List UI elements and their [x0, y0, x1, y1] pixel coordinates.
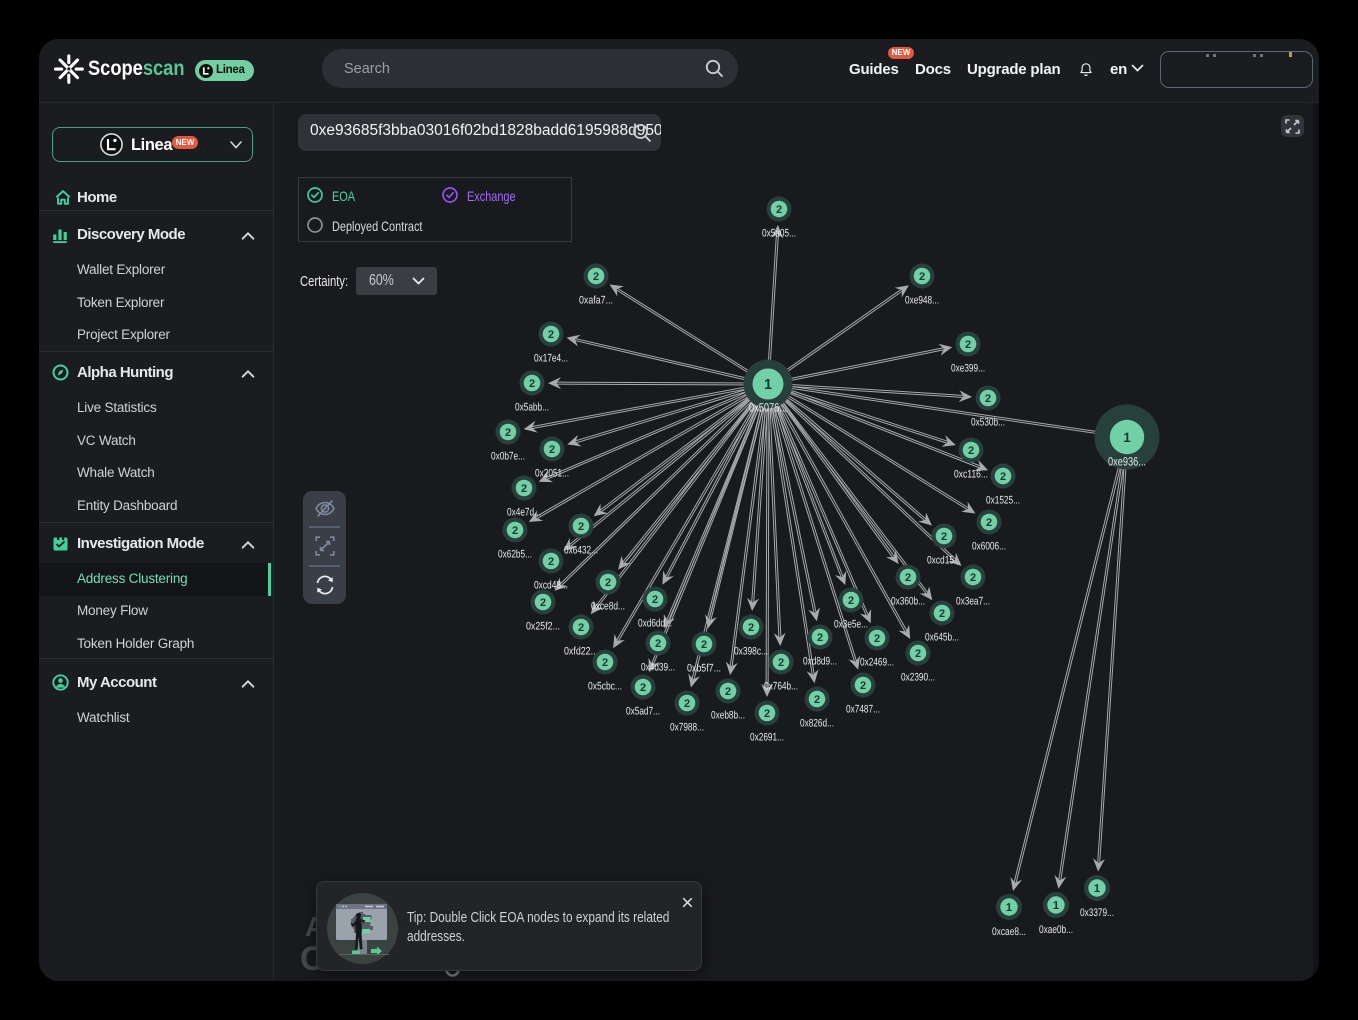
svg-text:2: 2: [764, 708, 770, 720]
svg-text:0xae0b...: 0xae0b...: [1039, 924, 1073, 936]
svg-text:2: 2: [968, 445, 974, 457]
svg-text:2: 2: [905, 572, 911, 584]
svg-text:0xc116...: 0xc116...: [954, 469, 988, 481]
svg-text:2: 2: [652, 594, 658, 606]
svg-text:0x3e5e...: 0x3e5e...: [834, 619, 868, 631]
svg-text:0xb5f7...: 0xb5f7...: [687, 663, 721, 675]
svg-text:0xfd22...: 0xfd22...: [564, 646, 598, 658]
svg-text:0x645b...: 0x645b...: [925, 632, 959, 644]
svg-text:2: 2: [939, 608, 945, 620]
svg-text:2: 2: [640, 682, 646, 694]
svg-text:0xe948...: 0xe948...: [905, 295, 939, 307]
svg-text:0x360b...: 0x360b...: [891, 596, 925, 608]
svg-text:2: 2: [540, 597, 546, 609]
svg-text:0x6432...: 0x6432...: [564, 545, 598, 557]
svg-text:2: 2: [915, 648, 921, 660]
svg-text:2: 2: [684, 698, 690, 710]
svg-text:2: 2: [593, 271, 599, 283]
svg-text:2: 2: [778, 657, 784, 669]
svg-text:0x826d...: 0x826d...: [800, 718, 834, 730]
svg-text:2: 2: [874, 633, 880, 645]
svg-text:1: 1: [1053, 900, 1060, 912]
svg-text:2: 2: [860, 680, 866, 692]
svg-text:0x2051...: 0x2051...: [535, 468, 569, 480]
svg-text:2: 2: [548, 329, 554, 341]
svg-text:0x4e7d...: 0x4e7d...: [507, 507, 541, 519]
svg-text:1: 1: [764, 377, 772, 393]
svg-text:2: 2: [505, 427, 511, 439]
svg-text:2: 2: [941, 531, 947, 543]
svg-text:2: 2: [605, 577, 611, 589]
svg-text:2: 2: [655, 638, 661, 650]
svg-text:2: 2: [919, 271, 925, 283]
svg-text:1: 1: [1094, 883, 1101, 895]
svg-text:2: 2: [1000, 471, 1006, 483]
svg-text:2: 2: [521, 483, 527, 495]
svg-text:2: 2: [970, 572, 976, 584]
svg-text:0x1525...: 0x1525...: [986, 495, 1020, 507]
svg-text:0x2691...: 0x2691...: [750, 732, 784, 744]
svg-text:0xe936...: 0xe936...: [1108, 455, 1146, 469]
svg-text:0x7487...: 0x7487...: [846, 704, 880, 716]
svg-text:0x530b...: 0x530b...: [971, 417, 1005, 429]
svg-text:1: 1: [1006, 902, 1013, 914]
svg-text:0xcd48...: 0xcd48...: [534, 580, 568, 592]
svg-text:2: 2: [512, 525, 518, 537]
svg-text:0xce8d...: 0xce8d...: [591, 601, 625, 613]
svg-text:0x5abb...: 0x5abb...: [515, 402, 549, 414]
svg-text:0x6006...: 0x6006...: [972, 541, 1006, 553]
svg-text:2: 2: [965, 339, 971, 351]
svg-text:2: 2: [548, 556, 554, 568]
svg-text:2: 2: [602, 657, 608, 669]
svg-text:0x3379...: 0x3379...: [1080, 907, 1114, 919]
svg-text:2: 2: [776, 204, 782, 216]
svg-text:0xd6dd...: 0xd6dd...: [638, 618, 672, 630]
svg-text:0x5a05...: 0x5a05...: [762, 228, 796, 240]
svg-text:0x764b...: 0x764b...: [764, 681, 798, 693]
svg-text:0x17e4...: 0x17e4...: [534, 353, 568, 365]
svg-text:0x0b7e...: 0x0b7e...: [491, 451, 525, 463]
svg-text:2: 2: [578, 622, 584, 634]
svg-text:0xe399...: 0xe399...: [951, 363, 985, 375]
svg-text:0xcd15...: 0xcd15...: [927, 555, 961, 567]
svg-text:0x5ad7...: 0x5ad7...: [626, 706, 660, 718]
svg-text:0x2469...: 0x2469...: [860, 657, 894, 669]
svg-text:2: 2: [701, 639, 707, 651]
svg-text:0xcae8...: 0xcae8...: [992, 926, 1026, 938]
svg-text:2: 2: [985, 393, 991, 405]
svg-text:0x398c...: 0x398c...: [734, 646, 768, 658]
svg-text:0x3ea7...: 0x3ea7...: [956, 596, 990, 608]
svg-text:0x62b5...: 0x62b5...: [498, 549, 532, 561]
svg-text:2: 2: [748, 622, 754, 634]
svg-text:2: 2: [848, 595, 854, 607]
svg-text:0x5076...: 0x5076...: [749, 401, 787, 415]
svg-text:0xafa7...: 0xafa7...: [579, 295, 613, 307]
svg-text:0x2390...: 0x2390...: [901, 672, 935, 684]
svg-text:2: 2: [578, 521, 584, 533]
svg-text:0x4d39...: 0x4d39...: [641, 662, 675, 674]
svg-text:1: 1: [1123, 430, 1131, 445]
svg-text:0x7988...: 0x7988...: [670, 722, 704, 734]
svg-text:2: 2: [817, 632, 823, 644]
svg-text:0xd8d9...: 0xd8d9...: [803, 656, 837, 668]
svg-text:2: 2: [814, 694, 820, 706]
svg-text:0x25f2...: 0x25f2...: [526, 621, 560, 633]
svg-text:2: 2: [549, 444, 555, 456]
svg-text:2: 2: [986, 517, 992, 529]
svg-text:2: 2: [725, 686, 731, 698]
svg-text:0x5cbc...: 0x5cbc...: [588, 681, 622, 693]
svg-text:0xeb8b...: 0xeb8b...: [711, 710, 745, 722]
svg-text:2: 2: [529, 378, 535, 390]
